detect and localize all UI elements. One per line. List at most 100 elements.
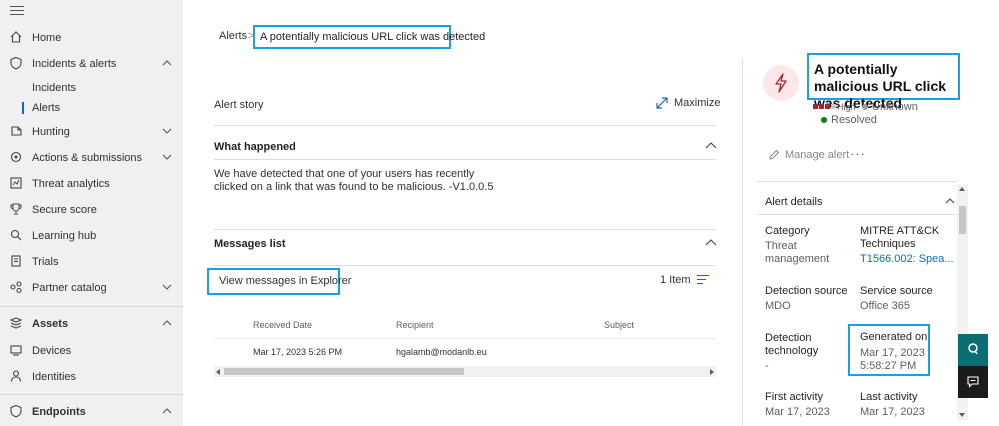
nav-label: Secure score (32, 204, 97, 216)
severity-indicator (813, 104, 837, 109)
manage-alert-button[interactable]: Manage alert (768, 149, 849, 161)
divider (214, 265, 716, 266)
nav-item-actions-submissions[interactable]: Actions & submissions (0, 146, 183, 170)
nav-item-alerts[interactable]: Alerts (0, 96, 183, 120)
nav-item-secure-score[interactable]: Secure score (0, 198, 183, 222)
partner-catalog-icon (10, 281, 22, 294)
nav-item-threat-analytics[interactable]: Threat analytics (0, 172, 183, 196)
chevron-up-icon[interactable] (162, 59, 172, 67)
nav-item-partner-catalog[interactable]: Partner catalog (0, 276, 183, 300)
divider (214, 159, 716, 160)
feedback-button[interactable] (958, 366, 988, 398)
divider (757, 214, 957, 215)
scrollbar-thumb[interactable] (224, 368, 464, 375)
identities-icon (10, 370, 22, 382)
cell-received-date: Mar 17, 2023 5:26 PM (253, 347, 343, 357)
divider (214, 125, 716, 126)
alert-icon-badge (763, 65, 799, 101)
chevron-down-icon[interactable] (162, 153, 172, 161)
service-source-label: Service source (860, 285, 933, 297)
actions-icon (10, 151, 22, 163)
trials-icon (11, 255, 21, 267)
status-dot (821, 117, 827, 123)
help-button[interactable] (958, 334, 988, 366)
detection-source-label: Detection source (765, 285, 848, 297)
nav-label: Actions & submissions (32, 152, 143, 164)
what-happened-title: What happened (214, 141, 296, 153)
horizontal-scrollbar[interactable] (214, 366, 716, 377)
assets-icon (9, 317, 23, 329)
more-options-icon[interactable]: ··· (850, 146, 866, 161)
scroll-down-arrow-icon[interactable] (959, 413, 965, 417)
endpoints-icon (10, 404, 22, 418)
cell-recipient: hgalamb@modanlb.eu (396, 347, 487, 357)
mitre-technique-link[interactable]: T1566.002: Spea... (860, 253, 954, 265)
view-messages-in-explorer-link[interactable]: View messages in Explorer (207, 268, 351, 295)
scroll-left-arrow-icon[interactable] (216, 369, 220, 375)
nav-divider (0, 306, 183, 307)
nav-item-home[interactable]: Home (0, 26, 183, 50)
scroll-up-arrow-icon[interactable] (959, 187, 965, 191)
nav-item-hunting[interactable]: Hunting (0, 120, 183, 144)
mitre-label: MITRE ATT&CK Techniques (860, 225, 940, 250)
nav-item-incidents-alerts[interactable]: Incidents & alerts (0, 52, 183, 76)
nav-label: Endpoints (32, 406, 86, 418)
chevron-up-icon[interactable] (705, 238, 717, 246)
first-activity-value: Mar 17, 2023 (765, 406, 830, 418)
category-label: Category (765, 225, 810, 237)
chevron-up-icon[interactable] (162, 319, 172, 327)
hunting-icon (11, 126, 22, 136)
nav-item-devices[interactable]: Devices (0, 339, 183, 363)
nav-label: Partner catalog (32, 282, 107, 294)
category-value: Threat management (765, 240, 830, 265)
threat-analytics-icon (10, 177, 22, 189)
nav-label: Assets (32, 318, 69, 330)
chevron-up-icon[interactable] (705, 141, 717, 149)
devices-icon (10, 345, 22, 356)
nav-item-identities[interactable]: Identities (0, 365, 183, 389)
nav-item-assets[interactable]: Assets (0, 312, 183, 336)
breadcrumb-alerts-link[interactable]: Alerts (219, 30, 247, 42)
generated-on-label: Generated on (860, 331, 928, 343)
help-person-icon (968, 343, 978, 355)
item-count: 1 Item (660, 274, 691, 286)
panel-divider (742, 58, 743, 426)
alert-details-title: Alert details (765, 196, 823, 208)
column-header-subject[interactable]: Subject (604, 320, 634, 330)
nav-label: Devices (32, 345, 72, 357)
column-header-received-date[interactable]: Received Date (253, 320, 312, 330)
chevron-up-icon[interactable] (162, 407, 172, 415)
nav-item-endpoints[interactable]: Endpoints (0, 400, 183, 424)
scrollbar-thumb[interactable] (959, 206, 966, 234)
detection-technology-value: - (765, 360, 769, 372)
pencil-icon (769, 149, 780, 160)
chevron-down-icon[interactable] (162, 283, 172, 291)
column-header-recipient[interactable]: Recipient (396, 320, 434, 330)
detection-technology-label: Detection technology (765, 332, 819, 357)
last-activity-label: Last activity (860, 391, 918, 403)
chevron-up-icon[interactable] (945, 197, 955, 204)
maximize-button[interactable]: Maximize (656, 97, 720, 109)
nav-item-learning-hub[interactable]: Learning hub (0, 224, 183, 248)
table-header-divider (214, 338, 716, 339)
determination-label: Unknown (872, 101, 918, 113)
divider (214, 229, 716, 230)
detection-source-value: MDO (765, 300, 791, 312)
scroll-right-arrow-icon[interactable] (710, 369, 714, 375)
nav-label: Identities (32, 371, 77, 383)
chevron-down-icon[interactable] (162, 127, 172, 135)
lightning-bolt-icon (775, 73, 787, 93)
left-navigation: Home Incidents & alerts Incidents Alerts… (0, 0, 183, 426)
column-options-icon[interactable] (697, 275, 709, 285)
maximize-icon (656, 97, 668, 109)
divider (757, 181, 957, 182)
messages-list-title: Messages list (214, 238, 286, 250)
maximize-label: Maximize (674, 97, 721, 109)
hamburger-menu-icon[interactable] (10, 6, 24, 18)
feedback-icon (967, 376, 979, 388)
manage-alert-label: Manage alert (785, 149, 850, 161)
alert-story-title: Alert story (214, 99, 264, 111)
what-happened-description: We have detected that one of your users … (214, 168, 494, 193)
nav-label: Incidents & alerts (32, 58, 117, 70)
nav-item-trials[interactable]: Trials (0, 250, 183, 274)
